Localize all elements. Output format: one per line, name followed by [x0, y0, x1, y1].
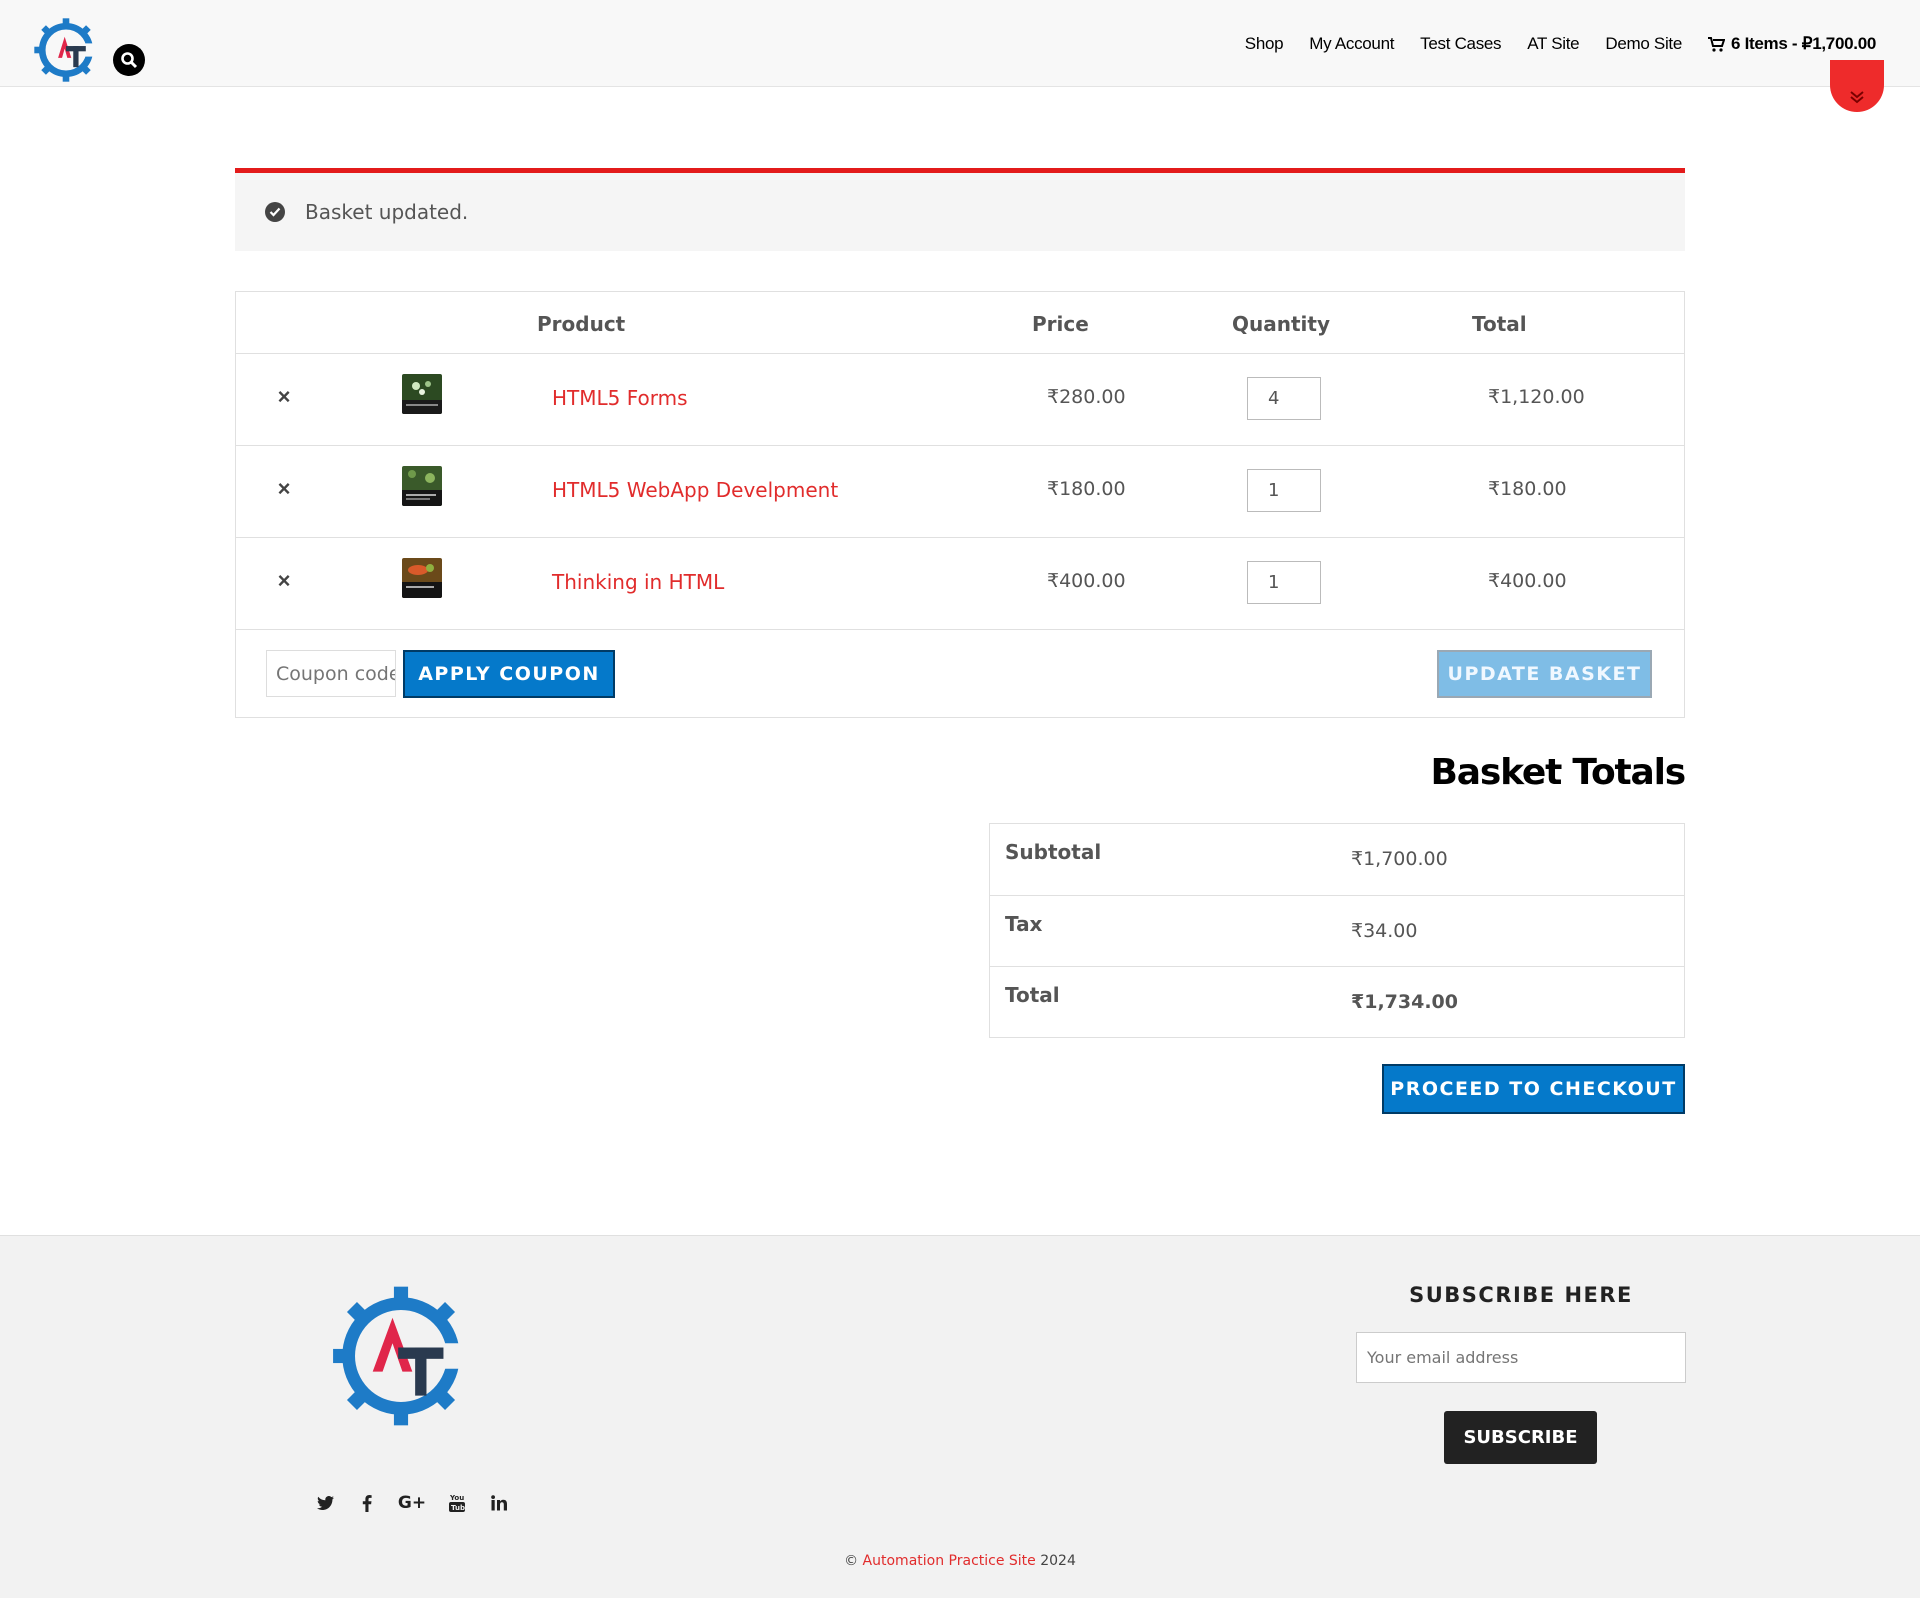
- notice-message: Basket updated.: [305, 200, 469, 224]
- remove-item-icon[interactable]: ×: [273, 568, 295, 593]
- main-nav: Shop My Account Test Cases AT Site Demo …: [1245, 34, 1877, 54]
- cart-icon: [1708, 36, 1726, 52]
- product-thumbnail[interactable]: [402, 466, 442, 506]
- order-total-value: ₹1,734.00: [1351, 991, 1458, 1013]
- chevron-double-down-icon: [1850, 91, 1864, 104]
- update-basket-button[interactable]: UPDATE BASKET: [1437, 650, 1652, 698]
- cart-summary: 6 Items - ₽1,700.00: [1731, 34, 1876, 53]
- column-header-total: Total: [1472, 312, 1527, 336]
- item-price: ₹400.00: [1047, 570, 1126, 592]
- nav-demo-site[interactable]: Demo Site: [1605, 34, 1682, 54]
- youtube-icon[interactable]: You Tube: [447, 1493, 467, 1513]
- subscribe-button[interactable]: SUBSCRIBE: [1444, 1411, 1597, 1464]
- google-plus-icon[interactable]: G+: [398, 1493, 426, 1513]
- nav-at-site[interactable]: AT Site: [1527, 34, 1579, 54]
- product-link[interactable]: HTML5 WebApp Develpment: [552, 478, 838, 502]
- subtotal-row: Subtotal ₹1,700.00: [990, 824, 1684, 895]
- cart-actions-row: APPLY COUPON UPDATE BASKET: [236, 629, 1684, 717]
- tax-label: Tax: [1005, 912, 1043, 936]
- copyright-site-link[interactable]: Automation Practice Site: [863, 1553, 1036, 1569]
- column-header-price: Price: [1032, 312, 1089, 336]
- table-header-row: Product Price Quantity Total: [236, 292, 1684, 353]
- cart-table: Product Price Quantity Total × HTML5 For…: [235, 291, 1685, 718]
- facebook-icon[interactable]: [357, 1493, 377, 1513]
- tax-value: ₹34.00: [1351, 920, 1418, 942]
- site-logo[interactable]: [33, 17, 99, 83]
- table-row: × HTML5 Forms ₹280.00 ₹1,120.00: [236, 353, 1684, 445]
- item-price: ₹180.00: [1047, 478, 1126, 500]
- apply-coupon-button[interactable]: APPLY COUPON: [403, 650, 615, 698]
- nav-test-cases[interactable]: Test Cases: [1420, 34, 1501, 54]
- svg-text:You: You: [449, 1494, 464, 1502]
- scroll-down-button[interactable]: [1830, 60, 1884, 112]
- copyright: © Automation Practice Site 2024: [0, 1553, 1920, 1569]
- copyright-prefix: ©: [844, 1553, 863, 1569]
- svg-text:Tube: Tube: [451, 1504, 466, 1512]
- item-price: ₹280.00: [1047, 386, 1126, 408]
- product-link[interactable]: HTML5 Forms: [552, 386, 688, 410]
- subtotal-value: ₹1,700.00: [1351, 848, 1448, 870]
- linkedin-icon[interactable]: [489, 1493, 509, 1513]
- order-total-label: Total: [1005, 983, 1060, 1007]
- site-header: Shop My Account Test Cases AT Site Demo …: [0, 0, 1920, 87]
- subtotal-label: Subtotal: [1005, 840, 1102, 864]
- subscribe-email-input[interactable]: [1356, 1332, 1686, 1383]
- order-total-row: Total ₹1,734.00: [990, 966, 1684, 1037]
- quantity-input[interactable]: [1247, 469, 1321, 512]
- site-footer: G+ You Tube SUBSCRIBE HERE SUBSCRIBE © Au…: [0, 1235, 1920, 1598]
- proceed-to-checkout-button[interactable]: PROCEED TO CHECKOUT: [1382, 1064, 1685, 1114]
- check-circle-icon: [265, 202, 285, 222]
- copyright-year: 2024: [1035, 1553, 1076, 1569]
- product-thumbnail[interactable]: [402, 374, 442, 414]
- item-total: ₹180.00: [1488, 478, 1567, 500]
- subscribe-heading: SUBSCRIBE HERE: [1409, 1283, 1633, 1307]
- column-header-product: Product: [537, 312, 626, 336]
- item-total: ₹400.00: [1488, 570, 1567, 592]
- remove-item-icon[interactable]: ×: [273, 476, 295, 501]
- coupon-code-input[interactable]: [266, 650, 396, 697]
- nav-my-account[interactable]: My Account: [1309, 34, 1394, 54]
- item-total: ₹1,120.00: [1488, 386, 1585, 408]
- remove-item-icon[interactable]: ×: [273, 384, 295, 409]
- nav-cart[interactable]: 6 Items - ₽1,700.00: [1708, 34, 1876, 54]
- basket-totals-heading: Basket Totals: [1430, 752, 1687, 793]
- search-icon[interactable]: [113, 44, 145, 76]
- table-row: × Thinking in HTML ₹400.00 ₹400.00: [236, 537, 1684, 629]
- footer-logo[interactable]: [330, 1281, 472, 1431]
- tax-row: Tax ₹34.00: [990, 895, 1684, 966]
- social-links: G+ You Tube: [315, 1493, 509, 1513]
- quantity-input[interactable]: [1247, 561, 1321, 604]
- table-row: × HTML5 WebApp Develpment ₹180.00 ₹180.0…: [236, 445, 1684, 537]
- twitter-icon[interactable]: [315, 1493, 335, 1513]
- product-thumbnail[interactable]: [402, 558, 442, 598]
- nav-shop[interactable]: Shop: [1245, 34, 1284, 54]
- quantity-input[interactable]: [1247, 377, 1321, 420]
- basket-totals-table: Subtotal ₹1,700.00 Tax ₹34.00 Total ₹1,7…: [989, 823, 1685, 1038]
- basket-updated-notice: Basket updated.: [235, 168, 1685, 251]
- product-link[interactable]: Thinking in HTML: [552, 570, 724, 594]
- column-header-quantity: Quantity: [1232, 312, 1330, 336]
